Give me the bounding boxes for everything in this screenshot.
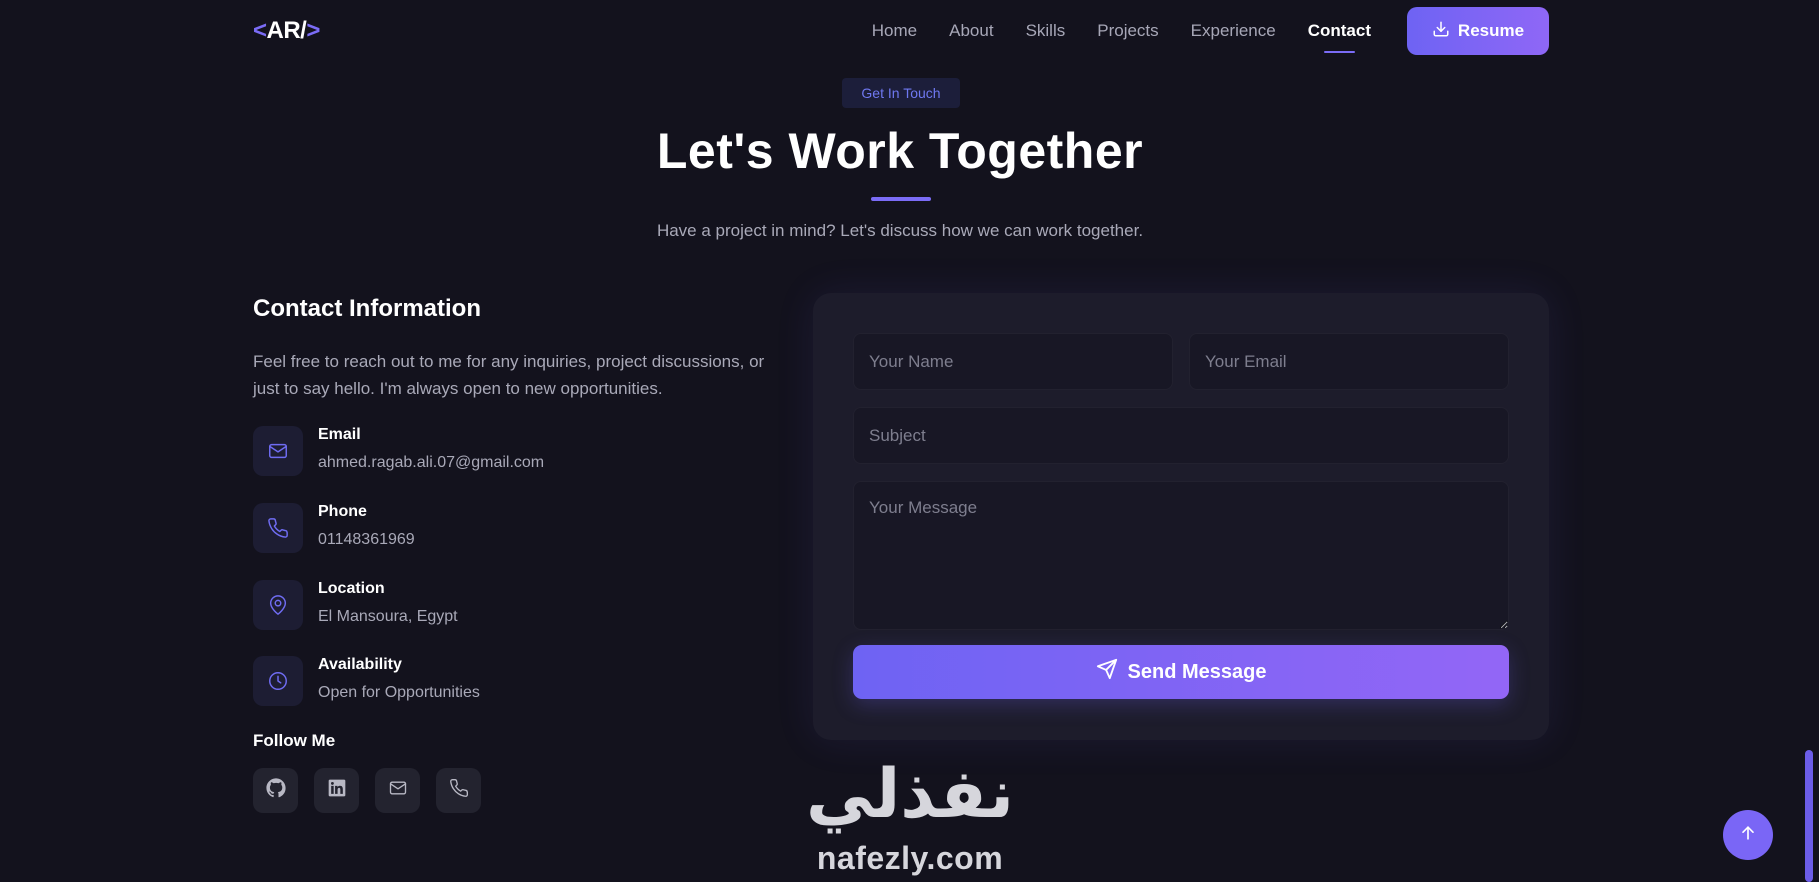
send-label: Send Message <box>1127 660 1267 683</box>
contact-item-email: Email ahmed.ragab.ali.07@gmail.com <box>253 426 753 480</box>
arrow-up-icon <box>1738 823 1758 848</box>
phone-icon <box>253 503 303 553</box>
follow-heading: Follow Me <box>253 731 336 750</box>
github-link[interactable] <box>253 768 298 813</box>
social-links <box>253 768 481 813</box>
clock-icon <box>253 656 303 706</box>
resume-button[interactable]: Resume <box>1407 7 1549 55</box>
scroll-to-top-button[interactable] <box>1723 810 1773 860</box>
resume-label: Resume <box>1457 21 1525 40</box>
contact-item-value: El Mansoura, Egypt <box>318 608 458 625</box>
logo-open-bracket: < <box>253 17 267 44</box>
github-icon <box>265 778 286 803</box>
linkedin-icon <box>327 778 347 803</box>
contact-item-location: Location El Mansoura, Egypt <box>253 580 753 634</box>
nav-link-skills[interactable]: Skills <box>1026 20 1066 42</box>
send-icon <box>1096 658 1118 686</box>
contact-item-label: Availability <box>318 656 402 673</box>
contact-item-value: 01148361969 <box>318 531 415 548</box>
name-input[interactable] <box>853 333 1173 390</box>
logo[interactable]: <AR/> <box>253 17 320 45</box>
contact-form-card: Send Message <box>813 293 1549 740</box>
contact-item-label: Email <box>318 426 361 443</box>
mail-icon <box>388 778 408 803</box>
scrollbar-thumb[interactable] <box>1805 750 1813 882</box>
linkedin-link[interactable] <box>314 768 359 813</box>
contact-info-heading: Contact Information <box>253 295 481 322</box>
contact-item-label: Location <box>318 580 385 597</box>
email-input[interactable] <box>1189 333 1509 390</box>
nav-link-about[interactable]: About <box>949 20 993 42</box>
phone-link[interactable] <box>436 768 481 813</box>
contact-item-phone: Phone 01148361969 <box>253 503 753 557</box>
page-subtitle: Have a project in mind? Let's discuss ho… <box>656 221 1144 240</box>
logo-initials: AR/ <box>266 17 307 44</box>
nav-links: Home About Skills Projects Experience Co… <box>872 20 1371 53</box>
send-message-button[interactable]: Send Message <box>853 645 1509 699</box>
subject-input[interactable] <box>853 407 1509 464</box>
contact-item-value: ahmed.ragab.ali.07@gmail.com <box>318 454 545 471</box>
mail-icon <box>253 426 303 476</box>
map-pin-icon <box>253 580 303 630</box>
top-nav: <AR/> Home About Skills Projects Experie… <box>0 0 1819 62</box>
message-textarea[interactable] <box>853 481 1509 630</box>
section-pill: Get In Touch <box>842 78 960 108</box>
nav-link-projects[interactable]: Projects <box>1097 20 1158 42</box>
nav-link-home[interactable]: Home <box>872 20 917 42</box>
email-link[interactable] <box>375 768 420 813</box>
contact-item-label: Phone <box>318 503 367 520</box>
nav-link-experience[interactable]: Experience <box>1191 20 1276 42</box>
contact-item-availability: Availability Open for Opportunities <box>253 656 753 710</box>
download-icon <box>1432 20 1450 43</box>
contact-item-value: Open for Opportunities <box>318 684 480 701</box>
title-underline <box>871 197 931 201</box>
watermark-arabic: نفذلي <box>805 756 1015 832</box>
watermark-latin: nafezly.com <box>816 840 1004 876</box>
logo-close-bracket: > <box>306 17 320 44</box>
nav-link-contact[interactable]: Contact <box>1308 20 1371 53</box>
contact-info-description: Feel free to reach out to me for any inq… <box>253 352 765 398</box>
phone-icon <box>449 778 469 803</box>
page-title: Let's Work Together <box>656 123 1144 179</box>
